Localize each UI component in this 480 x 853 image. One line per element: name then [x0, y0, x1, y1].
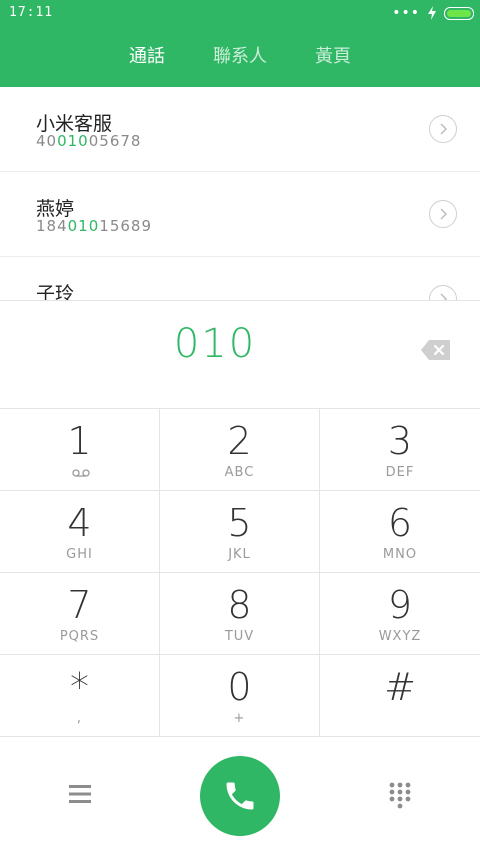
tab-calls[interactable]: 通話 [129, 40, 165, 74]
key-3[interactable]: 3 DEF [320, 409, 480, 491]
contact-name: 子玲 [36, 283, 75, 301]
list-item[interactable]: 燕婷 18401015689 [0, 172, 480, 257]
key-2[interactable]: 2 ABC [160, 409, 320, 491]
key-6[interactable]: 6 MNO [320, 491, 480, 573]
key-hash[interactable]: # [320, 655, 480, 737]
backspace-icon[interactable] [420, 339, 452, 361]
call-button[interactable] [200, 756, 280, 836]
key-0[interactable]: 0 + [160, 655, 320, 737]
key-8[interactable]: 8 TUV [160, 573, 320, 655]
key-9[interactable]: 9 WXYZ [320, 573, 480, 655]
key-5[interactable]: 5 JKL [160, 491, 320, 573]
chevron-right-icon[interactable] [429, 200, 457, 228]
phone-icon [226, 782, 254, 810]
key-1[interactable]: 1 [0, 409, 160, 491]
list-item[interactable]: 子玲 [0, 257, 480, 301]
contact-results-list: 小米客服 4001005678 燕婷 18401015689 子玲 [0, 87, 480, 301]
key-star[interactable]: * , [0, 655, 160, 737]
dialed-number: 010 [173, 321, 257, 367]
contact-number: 18401015689 [36, 217, 152, 235]
voicemail-icon [72, 469, 90, 477]
key-4[interactable]: 4 GHI [0, 491, 160, 573]
status-time: 17:11 [9, 5, 54, 20]
battery-icon [444, 6, 474, 20]
dialpad: 1 2 ABC 3 DEF 4 GHI 5 JKL 6 MNO 7 PQRS 8… [0, 408, 480, 739]
charging-bolt-icon [428, 6, 436, 20]
chevron-right-icon[interactable] [429, 115, 457, 143]
tab-contacts[interactable]: 聯系人 [213, 40, 267, 74]
status-bar: 17:11 ••• [0, 0, 480, 26]
list-item[interactable]: 小米客服 4001005678 [0, 87, 480, 172]
contact-number: 4001005678 [36, 132, 142, 150]
key-7[interactable]: 7 PQRS [0, 573, 160, 655]
menu-icon[interactable] [66, 783, 94, 805]
signal-dots-icon: ••• [392, 5, 420, 21]
dial-input-area: 010 [0, 300, 480, 409]
status-icons: ••• [392, 5, 474, 21]
chevron-right-icon[interactable] [429, 285, 457, 301]
dialpad-icon[interactable] [386, 781, 414, 811]
bottom-action-bar [0, 739, 480, 853]
tab-bar: 通話 聯系人 黃頁 [0, 40, 480, 74]
header: 17:11 ••• 通話 聯系人 黃頁 [0, 0, 480, 87]
tab-yellow-pages[interactable]: 黃頁 [315, 40, 351, 74]
